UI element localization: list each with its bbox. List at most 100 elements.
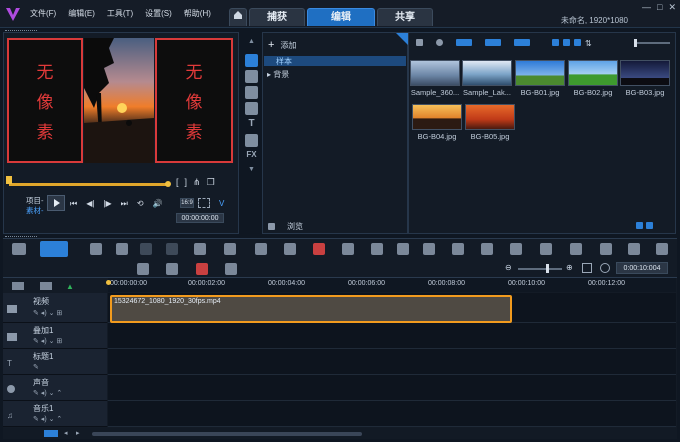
add-folder-button[interactable]: + 添加 [268, 39, 296, 51]
track-manager-icon[interactable] [12, 282, 24, 290]
tab-share[interactable]: 共享 [377, 8, 433, 26]
thumbnail-item[interactable]: BG-B03.jpg [620, 60, 670, 97]
prev-frame-icon[interactable]: ◀| [86, 199, 94, 209]
fit-icon[interactable] [194, 243, 206, 255]
show-audio-icon[interactable] [514, 39, 530, 46]
thumbnail-item[interactable]: Sample_360... [410, 60, 460, 97]
track-controls[interactable]: ✎ ◂) ⌄ ⊞ [33, 337, 62, 345]
template-icon[interactable] [245, 102, 258, 115]
transition-icon[interactable] [245, 70, 258, 83]
tool-copy-icon[interactable] [90, 243, 102, 255]
title-icon[interactable]: T [245, 118, 258, 131]
graphic-icon[interactable] [245, 134, 258, 147]
expand-track-icon[interactable] [255, 243, 267, 255]
panel-grip[interactable] [5, 30, 37, 32]
voice-lane[interactable] [108, 375, 676, 401]
motion-tracking-icon[interactable] [481, 243, 493, 255]
thumbnail-item[interactable]: BG-B05.jpg [465, 104, 515, 141]
subtitle-icon[interactable] [423, 243, 435, 255]
scroll-left-icon[interactable]: ◂ [64, 429, 68, 437]
repeat-icon[interactable]: ⟲ [137, 199, 144, 209]
folder-item-background[interactable]: ▸ 背景 [267, 69, 289, 80]
timecode-display[interactable]: 00:00:00:00 [176, 213, 224, 223]
thumbnail-item[interactable]: BG-B04.jpg [412, 104, 462, 141]
record-voice-icon[interactable] [313, 243, 325, 255]
clock-icon[interactable] [600, 263, 610, 273]
maximize-icon[interactable]: □ [657, 2, 662, 13]
title-lane[interactable] [108, 349, 676, 375]
split-icon[interactable]: ⋔ [193, 177, 201, 188]
options-icon[interactable] [636, 222, 643, 229]
skip-end-icon[interactable]: ⏭ [121, 199, 128, 209]
scroll-down-icon[interactable]: ▼ [245, 166, 258, 179]
effects-tool-icon[interactable] [628, 243, 640, 255]
aspect-ratio-button[interactable]: 16:9 [180, 198, 194, 208]
play-button[interactable] [47, 195, 65, 211]
filter-icon[interactable]: FX [245, 150, 258, 163]
resize-icon[interactable] [198, 198, 210, 208]
360-icon[interactable] [540, 243, 552, 255]
next-frame-icon[interactable]: |▶ [103, 199, 111, 209]
import-icon[interactable] [416, 39, 423, 46]
time-remap-icon[interactable] [510, 243, 522, 255]
motion-icon[interactable] [342, 243, 354, 255]
thumbnail-item[interactable]: BG-B01.jpg [515, 60, 565, 97]
menu-settings[interactable]: 设置(S) [145, 8, 172, 19]
color-icon[interactable] [371, 243, 383, 255]
track-controls[interactable]: ✎ ◂) ⌄ ⊞ [33, 309, 62, 317]
sort-icon[interactable]: ⇅ [585, 39, 592, 48]
home-tab[interactable] [229, 8, 247, 26]
close-icon[interactable]: ✕ [668, 2, 676, 13]
scroll-right-icon[interactable]: ▸ [76, 429, 80, 437]
pip-icon[interactable] [166, 263, 178, 275]
record-icon[interactable] [436, 39, 443, 46]
layers-icon[interactable] [225, 263, 237, 275]
zoom-in-icon[interactable]: ⊕ [566, 263, 573, 272]
crop-tool-icon[interactable] [656, 243, 668, 255]
redo-icon[interactable] [166, 243, 178, 255]
playhead-marker[interactable] [106, 280, 111, 285]
scrubber-bar[interactable] [9, 183, 169, 186]
scroll-mode-icon[interactable] [44, 430, 58, 437]
trim-start-marker[interactable] [6, 176, 12, 184]
panel-grip[interactable] [5, 236, 37, 238]
zoom-handle[interactable] [546, 264, 549, 273]
mic-icon[interactable] [196, 263, 208, 275]
fit-project-icon[interactable] [582, 263, 592, 273]
zoom-out-icon[interactable]: ⊖ [505, 263, 512, 272]
show-video-icon[interactable] [456, 39, 472, 46]
dropdown-chevron-icon[interactable]: V [219, 199, 224, 208]
slider-handle[interactable] [634, 39, 637, 47]
expand-icon[interactable] [646, 222, 653, 229]
overlay-lane[interactable] [108, 323, 676, 349]
menu-edit[interactable]: 编辑(E) [68, 8, 95, 19]
copy-icon[interactable]: ❐ [207, 177, 215, 188]
split-screen-icon[interactable] [452, 243, 464, 255]
show-photo-icon[interactable] [485, 39, 501, 46]
instant-project-icon[interactable] [245, 86, 258, 99]
trim-end-marker[interactable] [165, 181, 171, 187]
tab-capture[interactable]: 捕获 [249, 8, 305, 26]
minimize-icon[interactable]: — [642, 2, 651, 13]
browse-button[interactable]: 浏览 [268, 221, 303, 232]
volume-icon[interactable]: 🔊 [153, 199, 163, 209]
timeline-timecode[interactable]: 0:00:10:004 [616, 262, 668, 274]
ripple-icon[interactable]: ▲ [66, 282, 74, 291]
mark-out-icon[interactable]: ] [185, 177, 188, 188]
zoom-slider[interactable] [518, 268, 562, 270]
thumbnail-item[interactable]: Sample_Lak... [462, 60, 512, 97]
grid-view-icon[interactable] [574, 39, 581, 46]
undo-icon[interactable] [140, 243, 152, 255]
thumbnail-size-slider[interactable] [634, 42, 670, 44]
chapter-icon[interactable] [40, 282, 52, 290]
detail-view-icon[interactable] [563, 39, 570, 46]
media-icon[interactable] [245, 54, 258, 67]
track-controls[interactable]: ✎ [33, 363, 39, 371]
tool-cut-icon[interactable] [116, 243, 128, 255]
horizontal-scrollbar[interactable] [92, 432, 362, 436]
track-controls[interactable]: ✎ ◂) ⌄ ⌃ [33, 415, 62, 423]
timeline-view-button[interactable] [40, 241, 68, 257]
audio-tool-icon[interactable] [600, 243, 612, 255]
title-tool-icon[interactable] [570, 243, 582, 255]
tab-edit[interactable]: 编辑 [307, 8, 375, 26]
